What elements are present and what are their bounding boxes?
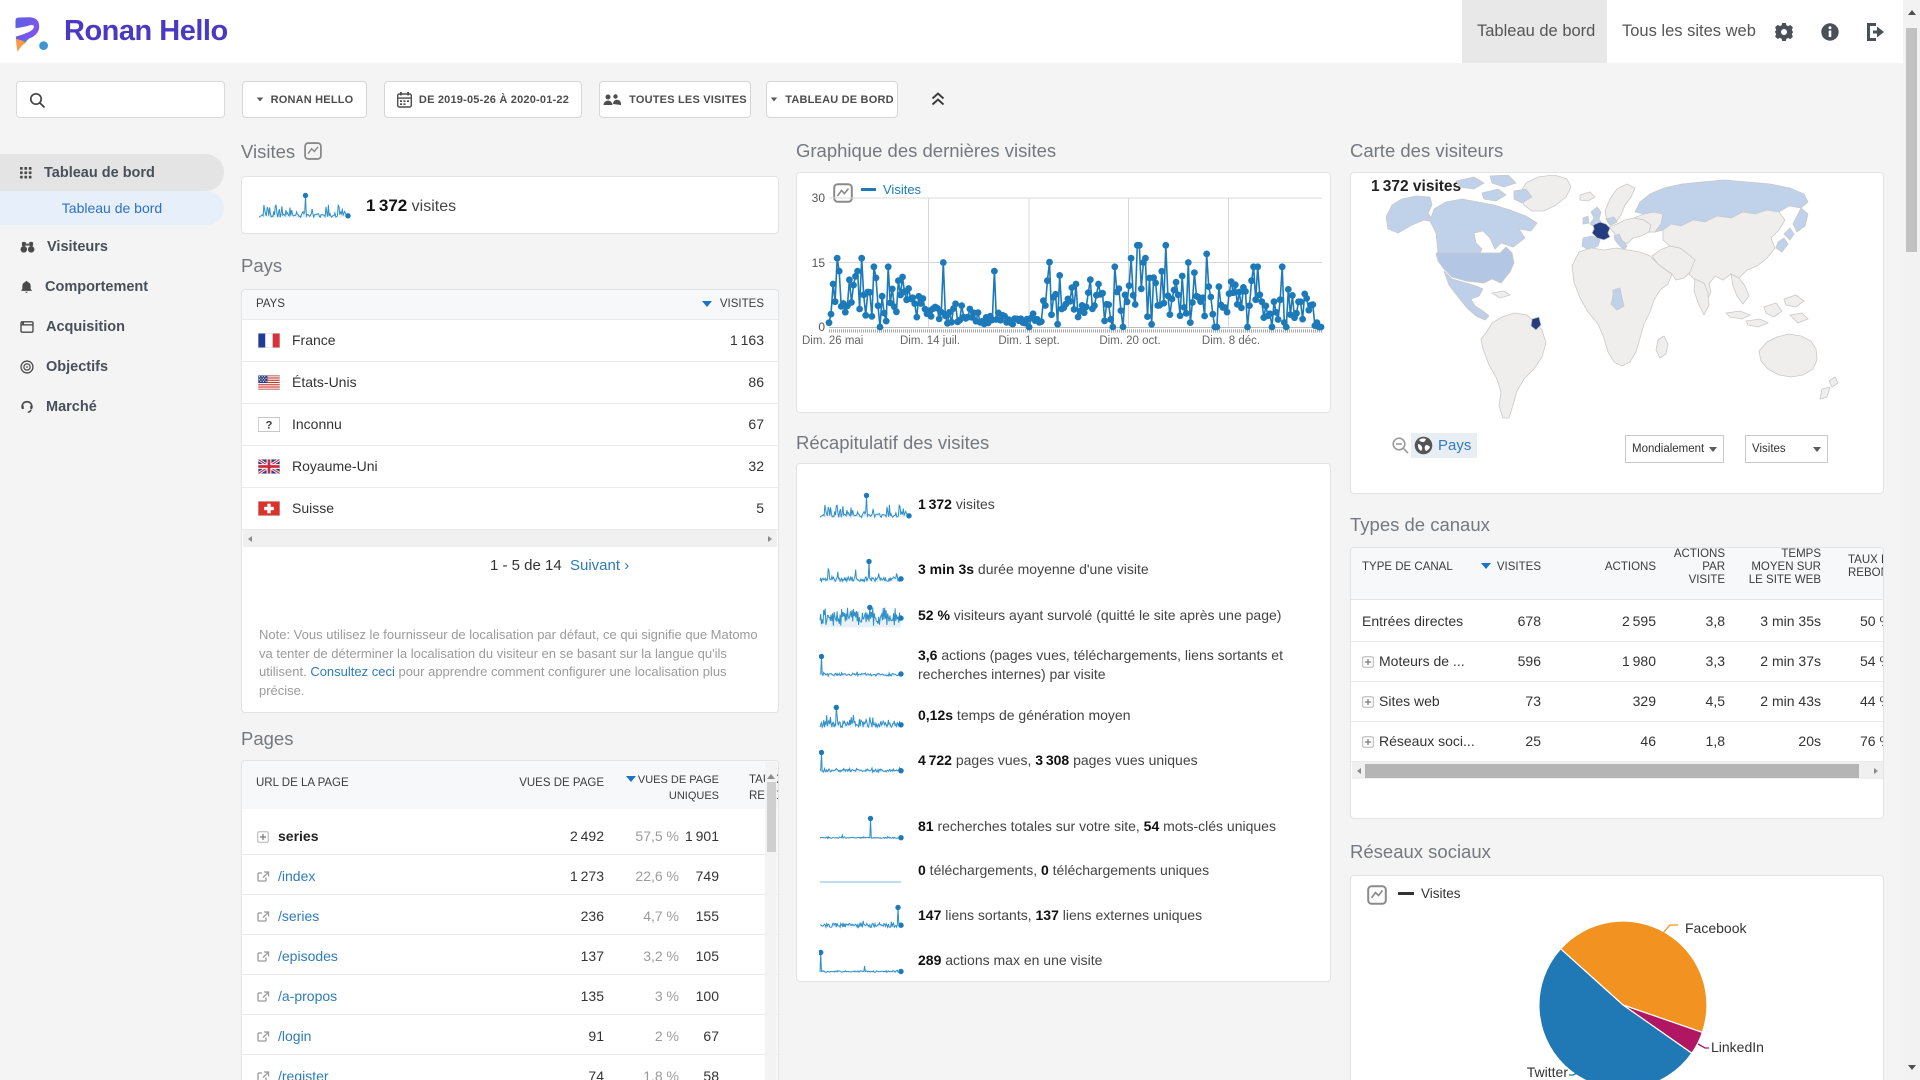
svg-text:Facebook: Facebook	[1685, 920, 1747, 936]
svg-text:Twitter: Twitter	[1527, 1064, 1569, 1080]
svg-text:?: ?	[266, 419, 273, 431]
svg-text:LinkedIn: LinkedIn	[1711, 1039, 1764, 1055]
